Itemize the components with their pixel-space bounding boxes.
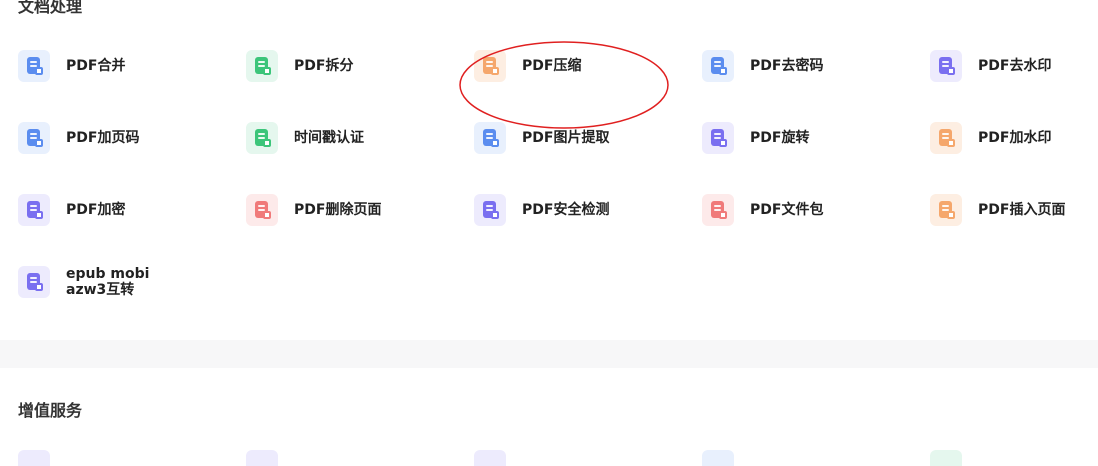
tool-label: PDF加水印 — [978, 130, 1052, 146]
pdf-rotate-icon — [702, 122, 734, 154]
pdf-remove-password-icon — [702, 50, 734, 82]
tool-item[interactable]: PDF拆分 — [246, 48, 466, 88]
section-title-value-added: 增值服务 — [18, 401, 83, 420]
tool-label: PDF加页码 — [66, 130, 140, 146]
tool-label: PDF加密 — [66, 202, 126, 218]
tool-item[interactable]: PDF删除页面 — [246, 192, 466, 232]
tool-item[interactable]: PDF加密 — [18, 192, 238, 232]
pdf-delete-page-icon — [246, 194, 278, 226]
value-added-item-icon[interactable] — [18, 450, 50, 466]
tool-label: PDF插入页面 — [978, 202, 1066, 218]
tool-item[interactable]: PDF旋转 — [702, 120, 922, 160]
tool-item[interactable]: 时间戳认证 — [246, 120, 466, 160]
tool-label: epub mobi azw3互转 — [66, 266, 150, 298]
value-added-item-icon[interactable] — [246, 450, 278, 466]
pdf-package-icon — [702, 194, 734, 226]
tool-label: PDF图片提取 — [522, 130, 610, 146]
value-added-item-icon[interactable] — [474, 450, 506, 466]
pdf-encrypt-icon — [18, 194, 50, 226]
tool-label: PDF压缩 — [522, 58, 582, 74]
tool-label: PDF文件包 — [750, 202, 824, 218]
pdf-image-extract-icon — [474, 122, 506, 154]
pdf-compress-icon — [474, 50, 506, 82]
tool-label: PDF旋转 — [750, 130, 810, 146]
tool-item[interactable]: PDF加水印 — [930, 120, 1098, 160]
tool-item[interactable]: PDF合并 — [18, 48, 238, 88]
pdf-split-icon — [246, 50, 278, 82]
tool-item[interactable]: PDF去密码 — [702, 48, 922, 88]
tool-label: PDF拆分 — [294, 58, 354, 74]
tool-item[interactable]: PDF压缩 — [474, 48, 694, 88]
tool-item[interactable]: PDF插入页面 — [930, 192, 1098, 232]
pdf-merge-icon — [18, 50, 50, 82]
tool-label: PDF合并 — [66, 58, 126, 74]
tool-item[interactable]: PDF文件包 — [702, 192, 922, 232]
pdf-security-check-icon — [474, 194, 506, 226]
tool-item[interactable]: epub mobi azw3互转 — [18, 264, 238, 304]
value-added-item-icon[interactable] — [702, 450, 734, 466]
section-title-doc-processing: 文档处理 — [18, 0, 83, 16]
tool-label: PDF删除页面 — [294, 202, 382, 218]
tool-item[interactable]: PDF安全检测 — [474, 192, 694, 232]
value-added-item-icon[interactable] — [930, 450, 962, 466]
section-divider — [0, 340, 1098, 368]
pdf-remove-watermark-icon — [930, 50, 962, 82]
tool-label: PDF安全检测 — [522, 202, 610, 218]
tool-label: PDF去水印 — [978, 58, 1052, 74]
tool-label: PDF去密码 — [750, 58, 824, 74]
pdf-insert-page-icon — [930, 194, 962, 226]
tool-item[interactable]: PDF加页码 — [18, 120, 238, 160]
ebook-convert-icon — [18, 266, 50, 298]
tool-label: 时间戳认证 — [294, 130, 364, 146]
tool-item[interactable]: PDF图片提取 — [474, 120, 694, 160]
timestamp-icon — [246, 122, 278, 154]
pdf-add-watermark-icon — [930, 122, 962, 154]
tool-item[interactable]: PDF去水印 — [930, 48, 1098, 88]
pdf-add-page-number-icon — [18, 122, 50, 154]
